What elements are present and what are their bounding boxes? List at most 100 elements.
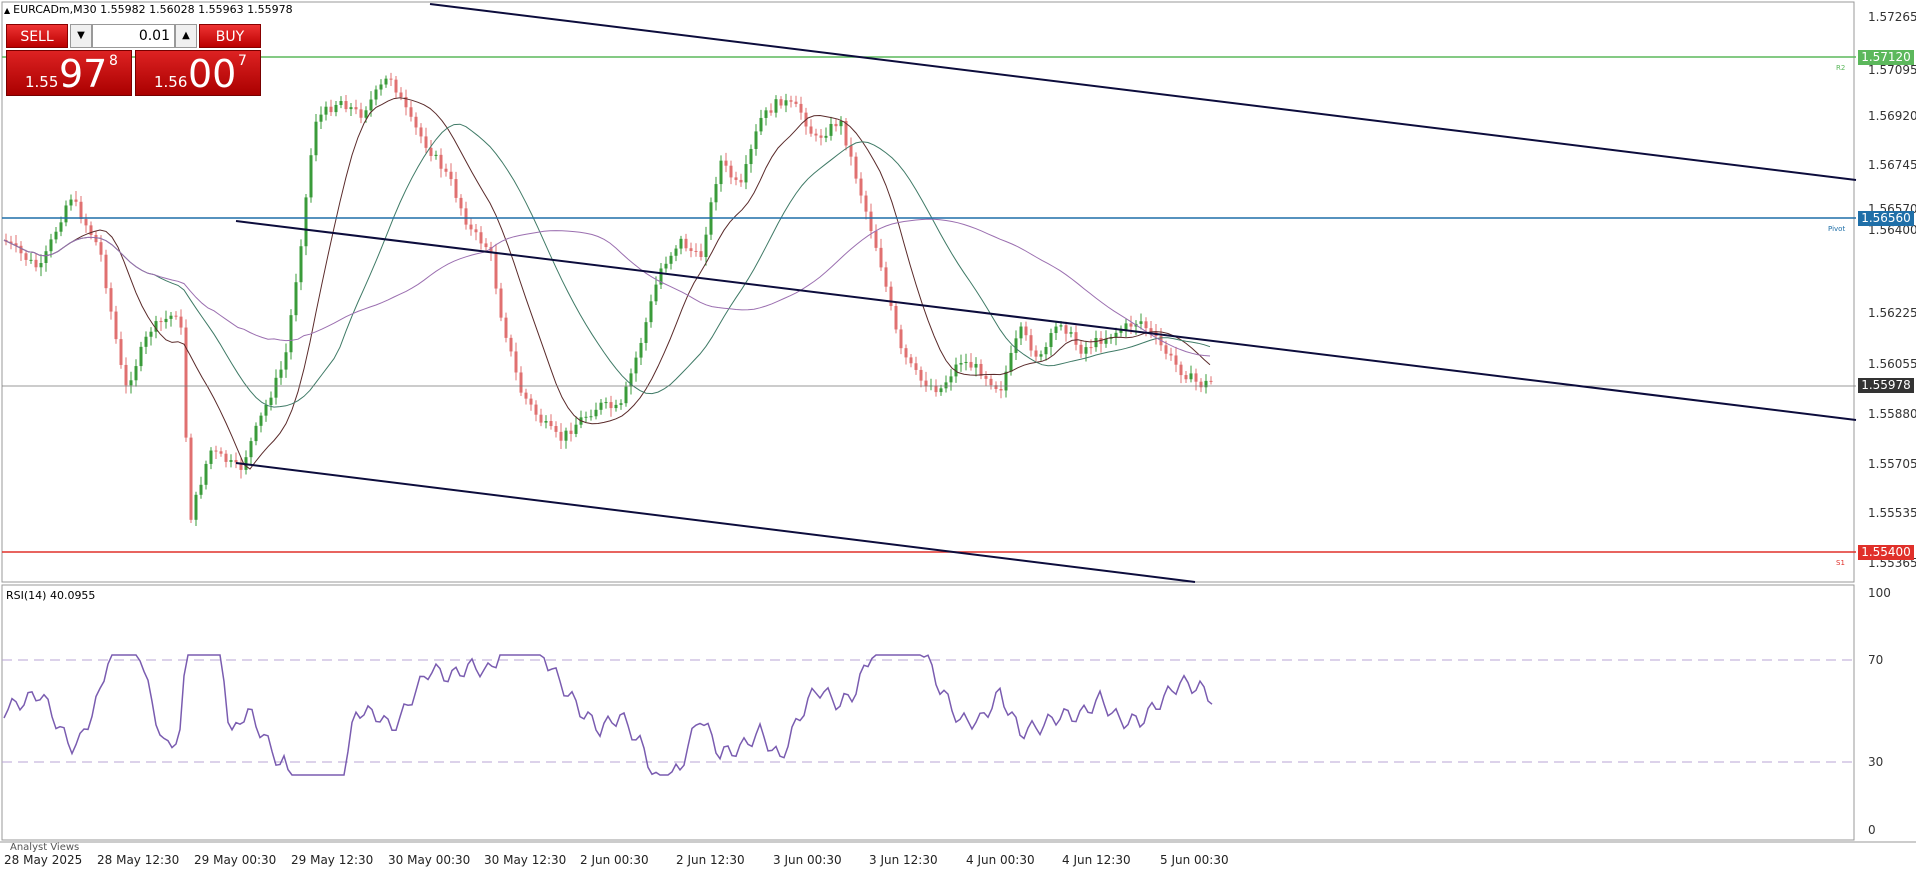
price-tick: 1.55535: [1868, 506, 1916, 520]
candle-body: [1169, 353, 1173, 356]
candle-body: [44, 251, 48, 264]
candle-body: [304, 197, 308, 247]
candle-body: [1054, 326, 1058, 334]
candle-body: [259, 415, 263, 426]
candle-body: [959, 363, 963, 365]
candle-body: [174, 315, 178, 317]
candle-body: [724, 160, 728, 166]
candle-body: [754, 131, 758, 149]
candle-body: [379, 84, 383, 90]
candle-body: [484, 243, 488, 248]
candle-body: [189, 437, 193, 520]
candle-body: [1184, 375, 1188, 380]
buy-button[interactable]: BUY: [199, 24, 261, 48]
candle-body: [1024, 326, 1028, 336]
lot-size-input[interactable]: 0.01: [92, 24, 175, 48]
red-level-tag[interactable]: 1.55400: [1858, 545, 1914, 560]
channel-upper-line[interactable]: [429, 3, 1857, 181]
candle-body: [169, 315, 173, 319]
candle-body: [979, 363, 983, 376]
time-tick: 29 May 00:30: [194, 853, 277, 867]
candle-body: [589, 416, 593, 418]
candle-body: [939, 388, 943, 393]
channel-lower-line[interactable]: [235, 462, 1196, 583]
candle-body: [694, 250, 698, 252]
candle-body: [864, 195, 868, 212]
rsi-frame: [1, 584, 1855, 841]
candle-body: [729, 165, 733, 178]
chart-canvas[interactable]: [0, 0, 1916, 874]
time-tick: 28 May 12:30: [97, 853, 180, 867]
candle-body: [884, 267, 888, 287]
candle-body: [224, 453, 228, 462]
candle-body: [119, 339, 123, 365]
candle-body: [744, 164, 748, 183]
candle-body: [139, 346, 143, 367]
price-tick: 1.56225: [1868, 306, 1916, 320]
candle-body: [714, 184, 718, 203]
pivot-level-tag[interactable]: 1.56560: [1858, 211, 1914, 226]
candle-body: [1094, 337, 1098, 348]
candle-body: [314, 121, 318, 156]
candle-body: [634, 357, 638, 374]
green-level-tag[interactable]: 1.57120: [1858, 50, 1914, 65]
candle-body: [79, 201, 83, 220]
candle-body: [569, 430, 573, 434]
candle-body: [69, 199, 73, 206]
candle-body: [584, 416, 588, 418]
candle-body: [739, 179, 743, 183]
sell-price-sup: 8: [109, 53, 118, 69]
candle-body: [1034, 350, 1038, 357]
lot-increase-button[interactable]: ▲: [175, 24, 197, 48]
sell-button[interactable]: SELL: [6, 24, 68, 48]
candle-body: [799, 103, 803, 113]
candle-body: [364, 110, 368, 118]
candle-body: [749, 148, 753, 165]
candle-body: [664, 263, 668, 269]
candle-body: [599, 402, 603, 410]
current-price-tag: 1.55978: [1858, 378, 1914, 393]
time-tick: 2 Jun 12:30: [676, 853, 745, 867]
candle-body: [39, 263, 43, 268]
time-tick: 29 May 12:30: [291, 853, 374, 867]
candle-body: [834, 123, 838, 127]
candle-body: [274, 377, 278, 398]
candle-body: [279, 369, 283, 378]
candle-body: [759, 117, 763, 132]
candle-body: [354, 107, 358, 110]
candle-body: [984, 375, 988, 379]
candle-body: [1064, 325, 1068, 334]
sell-price-display[interactable]: 1.55 97 8: [6, 50, 132, 96]
candle-body: [19, 245, 23, 254]
sell-price-big: 97: [59, 52, 108, 96]
candle-body: [349, 107, 353, 110]
candle-body: [1144, 321, 1148, 329]
rsi-label: RSI(14) 40.0955: [6, 589, 96, 602]
candle-body: [649, 301, 653, 323]
candle-body: [359, 109, 363, 118]
candle-body: [284, 352, 288, 370]
candle-body: [469, 224, 473, 230]
candle-body: [504, 317, 508, 338]
channel-middle-line[interactable]: [235, 220, 1857, 421]
sell-price-prefix: 1.55: [25, 73, 59, 91]
candle-body: [1049, 333, 1053, 347]
candle-body: [914, 363, 918, 370]
candle-body: [194, 494, 198, 520]
candle-body: [1044, 346, 1048, 355]
candle-body: [849, 145, 853, 157]
buy-price-display[interactable]: 1.56 00 7: [135, 50, 261, 96]
collapse-triangle-icon[interactable]: ▲: [4, 6, 10, 15]
lot-decrease-button[interactable]: ▼: [70, 24, 92, 48]
candle-body: [614, 404, 618, 409]
candle-body: [99, 242, 103, 255]
candle-body: [764, 110, 768, 118]
candle-body: [909, 357, 913, 364]
candle-body: [449, 171, 453, 180]
candle-body: [514, 351, 518, 373]
candle-body: [319, 114, 323, 122]
candle-body: [1164, 345, 1168, 354]
candle-body: [874, 231, 878, 248]
candle-body: [299, 246, 303, 283]
analyst-views-tab[interactable]: Analyst Views: [10, 842, 79, 853]
